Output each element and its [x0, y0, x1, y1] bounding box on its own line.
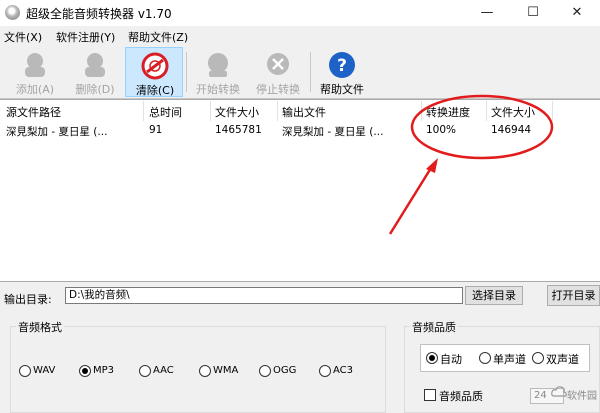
column-header-progress[interactable]: 转换进度: [426, 104, 470, 120]
column-separator: [277, 101, 278, 121]
app-icon: [5, 5, 20, 20]
menu-help[interactable]: 帮助文件(Z): [128, 29, 188, 45]
output-dir-label: 输出目录:: [4, 293, 52, 306]
column-separator: [421, 101, 422, 121]
row-output: 深見梨加 - 夏日星 (...: [282, 126, 384, 138]
open-dir-button[interactable]: 打开目录: [547, 285, 600, 306]
start-label: 开始转换: [196, 83, 240, 96]
column-header-duration[interactable]: 总时间: [149, 104, 182, 120]
delete-label: 删除(D): [75, 83, 115, 96]
format-group-title: 音频格式: [16, 319, 64, 335]
add-button[interactable]: 添加(A): [6, 47, 64, 97]
add-icon: [25, 53, 45, 77]
menu-file[interactable]: 文件(X): [4, 29, 42, 45]
stop-label: 停止转换: [256, 83, 300, 96]
delete-icon: [85, 53, 105, 77]
row-source[interactable]: 深見梨加 - 夏日星 (...: [6, 124, 107, 139]
help-icon: ?: [329, 52, 355, 78]
stop-icon: [267, 53, 289, 75]
column-header-source[interactable]: 源文件路径: [6, 104, 61, 120]
delete-button[interactable]: 删除(D): [66, 47, 124, 97]
format-mp3-radio[interactable]: [79, 365, 91, 377]
stop-button[interactable]: 停止转换: [249, 47, 307, 97]
quality-mono-label[interactable]: 单声道: [493, 351, 526, 367]
toolbar-separator: [186, 52, 187, 92]
window-title: 超级全能音频转换器 v1.70: [26, 7, 172, 21]
column-separator: [552, 101, 553, 121]
clear-button[interactable]: 清除(C): [125, 47, 183, 97]
watermark-cloud-icon: [551, 386, 567, 397]
column-header-output-size[interactable]: 文件大小: [491, 104, 535, 120]
svg-text:?: ?: [337, 56, 347, 76]
row-duration: 91: [149, 124, 163, 136]
format-wma-radio[interactable]: [199, 365, 211, 377]
add-label: 添加(A): [15, 83, 55, 96]
maximize-button[interactable]: ☐: [510, 0, 556, 26]
quality-mono-radio[interactable]: [479, 352, 491, 364]
clear-label: 清除(C): [135, 84, 175, 97]
browse-dir-button[interactable]: 选择目录: [465, 286, 523, 305]
start-button[interactable]: 开始转换: [189, 47, 247, 97]
menu-register[interactable]: 软件注册(Y): [56, 29, 115, 45]
format-ac3-radio[interactable]: [319, 365, 331, 377]
column-separator: [210, 101, 211, 121]
quality-group-title: 音频品质: [410, 319, 458, 335]
quality-stereo-radio[interactable]: [532, 352, 544, 364]
output-dir-input[interactable]: D:\我的音频\: [65, 287, 463, 304]
row-size: 1465781: [215, 124, 262, 136]
column-header-output[interactable]: 输出文件: [282, 104, 326, 120]
format-ac3-label[interactable]: AC3: [333, 365, 353, 376]
close-button[interactable]: ✕: [554, 0, 600, 26]
quality-stereo-label[interactable]: 双声道: [546, 351, 579, 367]
row-output-size: 146944: [491, 124, 532, 136]
row-progress: 100%: [426, 124, 457, 136]
watermark-text: 软件园: [567, 391, 597, 402]
format-wav-label[interactable]: WAV: [33, 365, 55, 376]
format-aac-radio[interactable]: [139, 365, 151, 377]
quality-auto-radio[interactable]: [426, 352, 438, 364]
format-ogg-label[interactable]: OGG: [273, 365, 296, 376]
column-separator: [486, 101, 487, 121]
format-wma-label[interactable]: WMA: [213, 365, 238, 376]
start-icon: [208, 53, 228, 77]
quality-checkbox[interactable]: [424, 389, 436, 401]
toolbar-separator: [310, 52, 311, 92]
column-separator: [143, 101, 144, 121]
format-wav-radio[interactable]: [19, 365, 31, 377]
format-mp3-label[interactable]: MP3: [93, 365, 114, 376]
quality-auto-label[interactable]: 自动: [440, 351, 462, 367]
clear-icon: [141, 52, 169, 80]
column-header-size[interactable]: 文件大小: [215, 104, 259, 120]
format-aac-label[interactable]: AAC: [153, 365, 174, 376]
minimize-button[interactable]: —: [464, 0, 510, 26]
help-button[interactable]: ? 帮助文件: [313, 47, 371, 97]
help-label: 帮助文件: [320, 83, 364, 96]
quality-checkbox-label[interactable]: 音频品质: [439, 388, 483, 404]
format-ogg-radio[interactable]: [259, 365, 271, 377]
